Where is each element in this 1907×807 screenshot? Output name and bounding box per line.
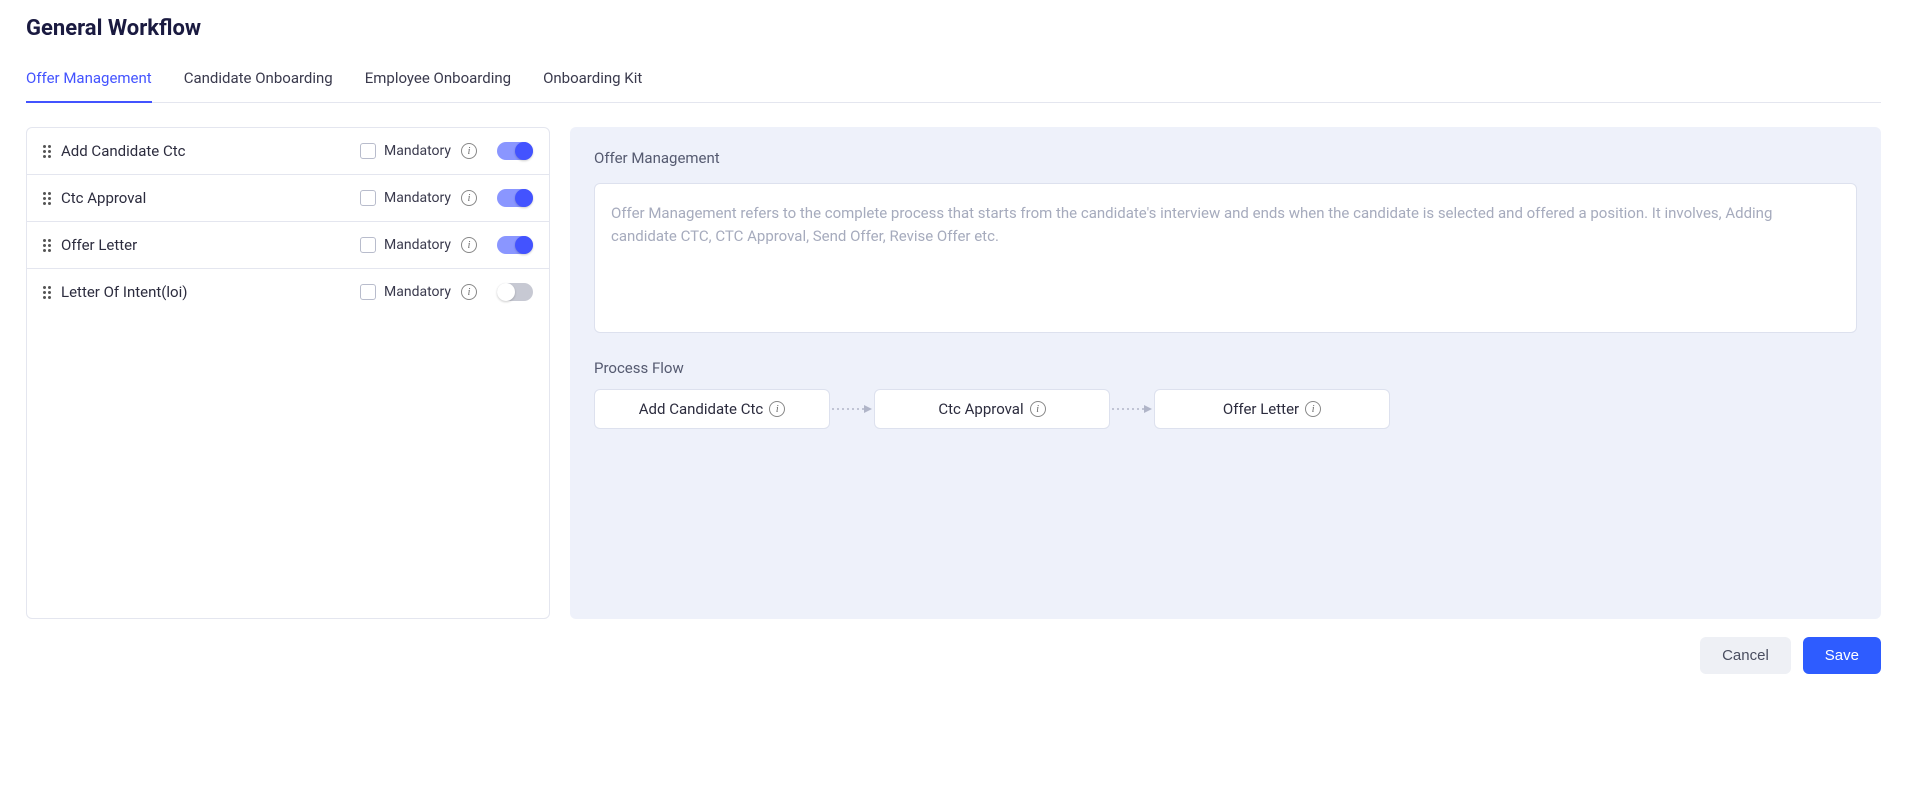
tabs: Offer Management Candidate Onboarding Em… xyxy=(26,59,1881,103)
mandatory-label: Mandatory xyxy=(384,237,451,253)
workflow-item-label: Letter Of Intent(loi) xyxy=(61,283,350,301)
mandatory-label: Mandatory xyxy=(384,190,451,206)
process-flow: Add Candidate Ctc i Ctc Approval i xyxy=(594,389,1857,429)
workflow-item-label: Ctc Approval xyxy=(61,189,350,207)
mandatory-checkbox[interactable] xyxy=(360,284,376,300)
section-title: Offer Management xyxy=(594,149,1857,167)
mandatory-label: Mandatory xyxy=(384,143,451,159)
flow-step-label: Offer Letter xyxy=(1223,400,1299,418)
detail-panel: Offer Management Offer Management refers… xyxy=(570,127,1881,619)
tab-offer-management[interactable]: Offer Management xyxy=(26,59,152,103)
info-icon[interactable]: i xyxy=(461,190,477,206)
description-text: Offer Management refers to the complete … xyxy=(611,202,1840,247)
save-button[interactable]: Save xyxy=(1803,637,1881,674)
workflow-row-letter-of-intent: Letter Of Intent(loi) Mandatory i xyxy=(27,269,549,315)
flow-step-add-candidate-ctc: Add Candidate Ctc i xyxy=(594,389,830,429)
flow-step-offer-letter: Offer Letter i xyxy=(1154,389,1390,429)
arrow-right-icon xyxy=(830,404,874,414)
cancel-button[interactable]: Cancel xyxy=(1700,637,1791,674)
flow-step-ctc-approval: Ctc Approval i xyxy=(874,389,1110,429)
workflow-row-add-candidate-ctc: Add Candidate Ctc Mandatory i xyxy=(27,128,549,175)
info-icon[interactable]: i xyxy=(1305,401,1321,417)
enable-toggle[interactable] xyxy=(497,236,533,254)
page-title: General Workflow xyxy=(26,16,1881,41)
info-icon[interactable]: i xyxy=(461,237,477,253)
flow-step-label: Ctc Approval xyxy=(938,400,1023,418)
description-box[interactable]: Offer Management refers to the complete … xyxy=(594,183,1857,333)
drag-handle-icon[interactable] xyxy=(43,239,51,252)
workflow-item-label: Offer Letter xyxy=(61,236,350,254)
flow-step-label: Add Candidate Ctc xyxy=(639,400,763,418)
workflow-item-label: Add Candidate Ctc xyxy=(61,142,350,160)
mandatory-checkbox[interactable] xyxy=(360,237,376,253)
tab-onboarding-kit[interactable]: Onboarding Kit xyxy=(543,59,642,103)
mandatory-label: Mandatory xyxy=(384,284,451,300)
tab-employee-onboarding[interactable]: Employee Onboarding xyxy=(365,59,511,103)
mandatory-checkbox[interactable] xyxy=(360,143,376,159)
tab-candidate-onboarding[interactable]: Candidate Onboarding xyxy=(184,59,333,103)
info-icon[interactable]: i xyxy=(461,143,477,159)
arrow-right-icon xyxy=(1110,404,1154,414)
workflow-row-offer-letter: Offer Letter Mandatory i xyxy=(27,222,549,269)
info-icon[interactable]: i xyxy=(1030,401,1046,417)
footer-actions: Cancel Save xyxy=(26,637,1881,674)
enable-toggle[interactable] xyxy=(497,142,533,160)
drag-handle-icon[interactable] xyxy=(43,286,51,299)
mandatory-checkbox[interactable] xyxy=(360,190,376,206)
workflow-row-ctc-approval: Ctc Approval Mandatory i xyxy=(27,175,549,222)
drag-handle-icon[interactable] xyxy=(43,145,51,158)
info-icon[interactable]: i xyxy=(769,401,785,417)
enable-toggle[interactable] xyxy=(497,189,533,207)
workflow-list: Add Candidate Ctc Mandatory i Ctc Approv… xyxy=(26,127,550,619)
drag-handle-icon[interactable] xyxy=(43,192,51,205)
info-icon[interactable]: i xyxy=(461,284,477,300)
enable-toggle[interactable] xyxy=(497,283,533,301)
process-flow-heading: Process Flow xyxy=(594,359,1857,377)
